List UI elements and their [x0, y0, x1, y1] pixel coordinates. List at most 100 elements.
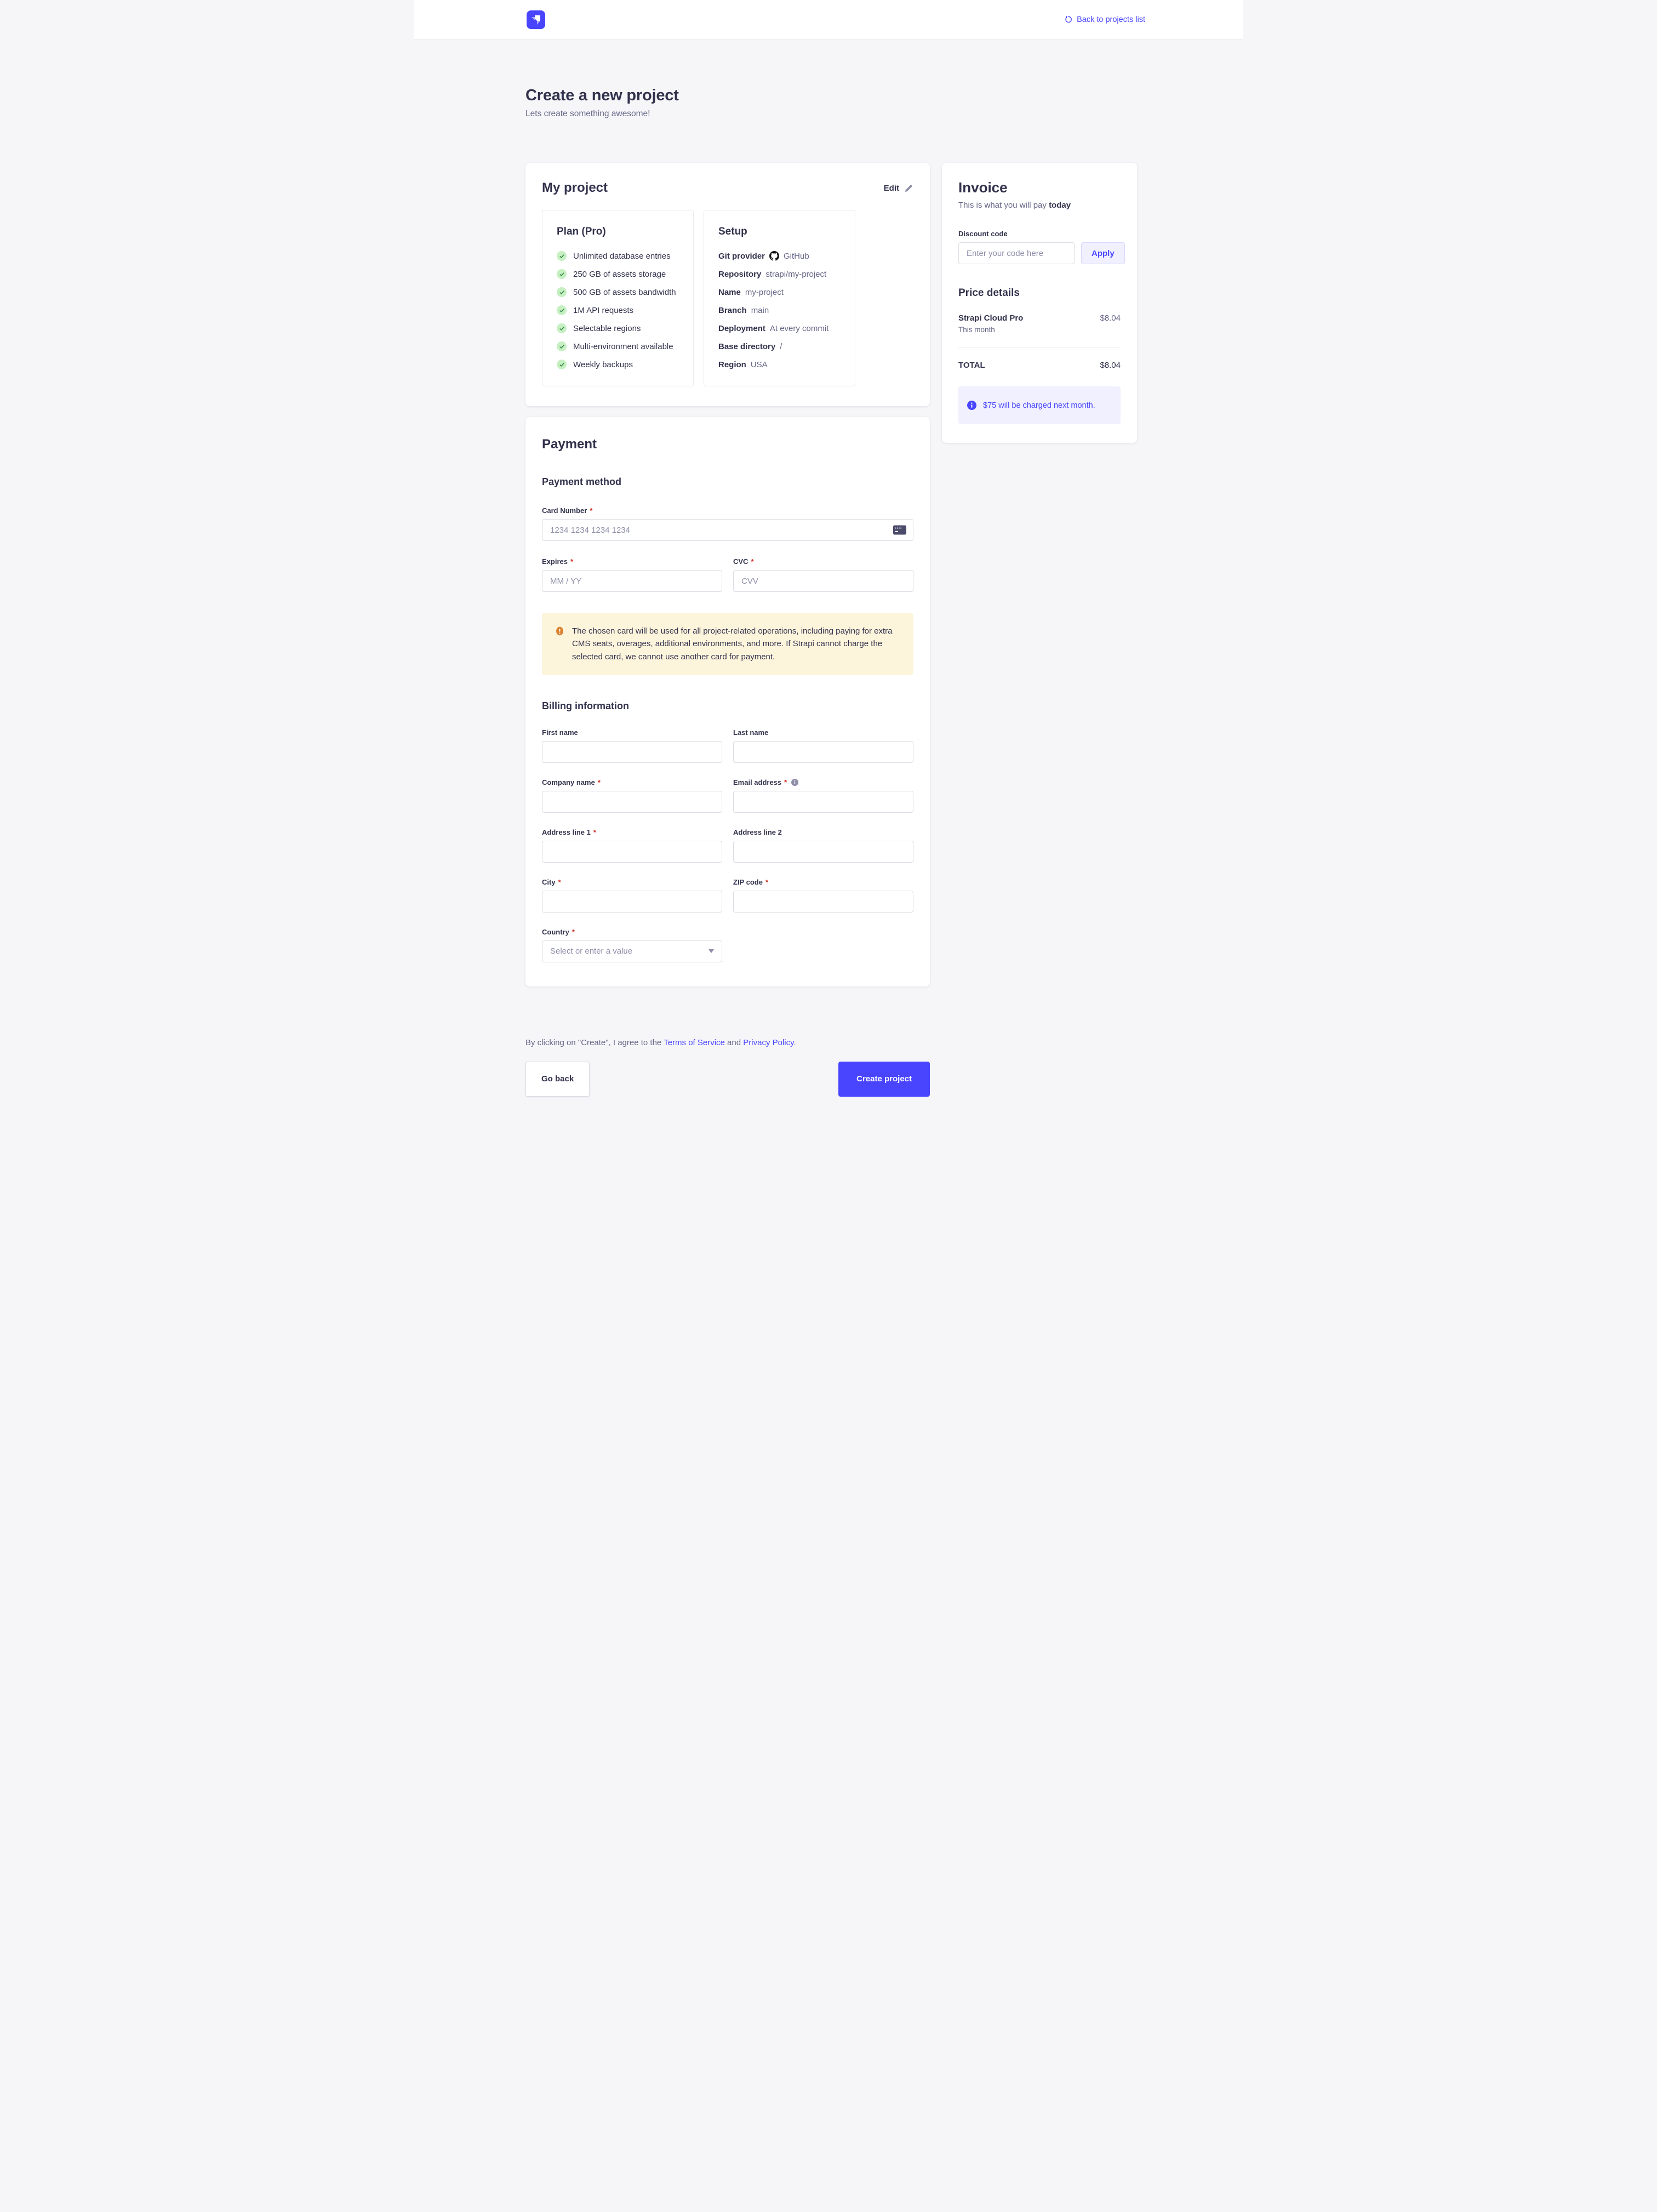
zip-code-label: ZIP code* — [733, 878, 913, 886]
city-label: City* — [542, 878, 722, 886]
top-navigation-bar: Back to projects list — [414, 0, 1243, 39]
check-icon — [557, 287, 567, 297]
first-name-input[interactable] — [542, 741, 722, 763]
plan-feature-label: Multi-environment available — [573, 342, 673, 351]
required-marker: * — [570, 557, 573, 566]
email-address-input[interactable] — [733, 791, 913, 813]
zip-code-field: ZIP code* — [733, 878, 913, 913]
card-usage-warning: The chosen card will be used for all pro… — [542, 613, 913, 675]
country-select-placeholder: Select or enter a value — [550, 947, 632, 956]
check-icon — [557, 269, 567, 279]
total-amount: $8.04 — [1100, 361, 1121, 370]
next-month-charge-notice: $75 will be charged next month. — [958, 386, 1121, 424]
setup-row-base-directory: Base directory / — [718, 342, 841, 351]
invoice-card: Invoice This is what you will pay today … — [942, 163, 1137, 443]
total-label: TOTAL — [958, 361, 985, 370]
cvc-input[interactable] — [733, 570, 913, 592]
address-line-1-field: Address line 1* — [542, 828, 722, 863]
plan-feature: 1M API requests — [557, 305, 679, 315]
info-icon — [967, 401, 976, 410]
setup-row-git-provider: Git provider GitHub — [718, 251, 841, 261]
card-number-input[interactable] — [542, 519, 913, 541]
strapi-logo — [527, 10, 545, 29]
create-project-button[interactable]: Create project — [838, 1062, 930, 1097]
address-line-2-field: Address line 2 — [733, 828, 913, 863]
privacy-policy-link[interactable]: Privacy Policy — [743, 1038, 793, 1047]
last-name-label: Last name — [733, 728, 913, 737]
zip-code-input[interactable] — [733, 891, 913, 913]
back-to-projects-link[interactable]: Back to projects list — [1064, 15, 1145, 24]
check-icon — [557, 323, 567, 333]
setup-row-region: Region USA — [718, 360, 841, 369]
country-label: Country* — [542, 928, 722, 936]
setup-box: Setup Git provider GitHub — [704, 210, 855, 386]
setup-row-deployment: Deployment At every commit — [718, 324, 841, 333]
caret-down-icon — [708, 949, 714, 953]
email-address-field: Email address* — [733, 778, 913, 813]
plan-feature-list: Unlimited database entries 250 GB of ass… — [557, 251, 679, 369]
payment-card: Payment Payment method Card Number* — [525, 417, 930, 987]
city-input[interactable] — [542, 891, 722, 913]
plan-feature: 250 GB of assets storage — [557, 269, 679, 279]
expires-input[interactable] — [542, 570, 722, 592]
company-name-input[interactable] — [542, 791, 722, 813]
invoice-title: Invoice — [958, 179, 1121, 196]
price-line-item: Strapi Cloud Pro This month $8.04 — [958, 313, 1121, 334]
plan-feature-label: 250 GB of assets storage — [573, 270, 666, 279]
email-address-label: Email address* — [733, 778, 913, 786]
check-icon — [557, 305, 567, 315]
edit-button-label: Edit — [884, 184, 899, 193]
expires-label: Expires* — [542, 557, 722, 566]
setup-title: Setup — [718, 226, 841, 238]
address-line-1-label: Address line 1* — [542, 828, 722, 836]
setup-row-name: Name my-project — [718, 288, 841, 297]
plan-feature-label: 1M API requests — [573, 306, 633, 315]
billing-information-title: Billing information — [542, 700, 913, 712]
back-link-label: Back to projects list — [1077, 15, 1145, 24]
last-name-input[interactable] — [733, 741, 913, 763]
check-icon — [557, 251, 567, 261]
city-field: City* — [542, 878, 722, 913]
country-select[interactable]: Select or enter a value — [542, 940, 722, 962]
line-item-period: This month — [958, 326, 1023, 334]
discount-code-input[interactable] — [958, 242, 1075, 264]
warning-icon — [555, 626, 564, 636]
credit-card-icon — [893, 526, 906, 535]
plan-feature-label: 500 GB of assets bandwidth — [573, 288, 676, 297]
apply-discount-button[interactable]: Apply — [1081, 242, 1125, 264]
my-project-card: My project Edit Plan (Pro) — [525, 163, 930, 406]
plan-feature-label: Unlimited database entries — [573, 252, 671, 261]
plan-feature-label: Weekly backups — [573, 360, 633, 369]
invoice-subtitle: This is what you will pay today — [958, 201, 1121, 210]
plan-box: Plan (Pro) Unlimited database entries 25… — [542, 210, 694, 386]
setup-rows: Git provider GitHub Repository strapi/my… — [718, 251, 841, 369]
first-name-field: First name — [542, 728, 722, 763]
address-line-1-input[interactable] — [542, 841, 722, 863]
terms-agreement-text: By clicking on "Create", I agree to the … — [525, 1038, 930, 1047]
discount-code-label: Discount code — [958, 230, 1121, 238]
project-card-title: My project — [542, 180, 608, 196]
card-usage-warning-text: The chosen card will be used for all pro… — [572, 625, 895, 663]
invoice-total-row: TOTAL $8.04 — [958, 361, 1121, 370]
email-info-icon[interactable] — [791, 779, 798, 786]
plan-feature: 500 GB of assets bandwidth — [557, 287, 679, 297]
terms-of-service-link[interactable]: Terms of Service — [664, 1038, 725, 1047]
next-month-charge-text: $75 will be charged next month. — [983, 401, 1095, 410]
plan-title: Plan (Pro) — [557, 226, 679, 238]
payment-title: Payment — [542, 437, 913, 452]
plan-feature: Multi-environment available — [557, 341, 679, 351]
address-line-2-label: Address line 2 — [733, 828, 913, 836]
strapi-logo-glyph — [527, 10, 545, 29]
edit-button[interactable]: Edit — [884, 184, 913, 193]
setup-row-repository: Repository strapi/my-project — [718, 270, 841, 279]
required-marker: * — [590, 506, 592, 515]
last-name-field: Last name — [733, 728, 913, 763]
line-item-name: Strapi Cloud Pro — [958, 313, 1023, 323]
plan-feature: Unlimited database entries — [557, 251, 679, 261]
check-icon — [557, 341, 567, 351]
address-line-2-input[interactable] — [733, 841, 913, 863]
page-subtitle: Lets create something awesome! — [525, 109, 1145, 119]
price-details-title: Price details — [958, 287, 1121, 299]
page-title: Create a new project — [525, 87, 1145, 105]
go-back-button[interactable]: Go back — [525, 1062, 590, 1097]
